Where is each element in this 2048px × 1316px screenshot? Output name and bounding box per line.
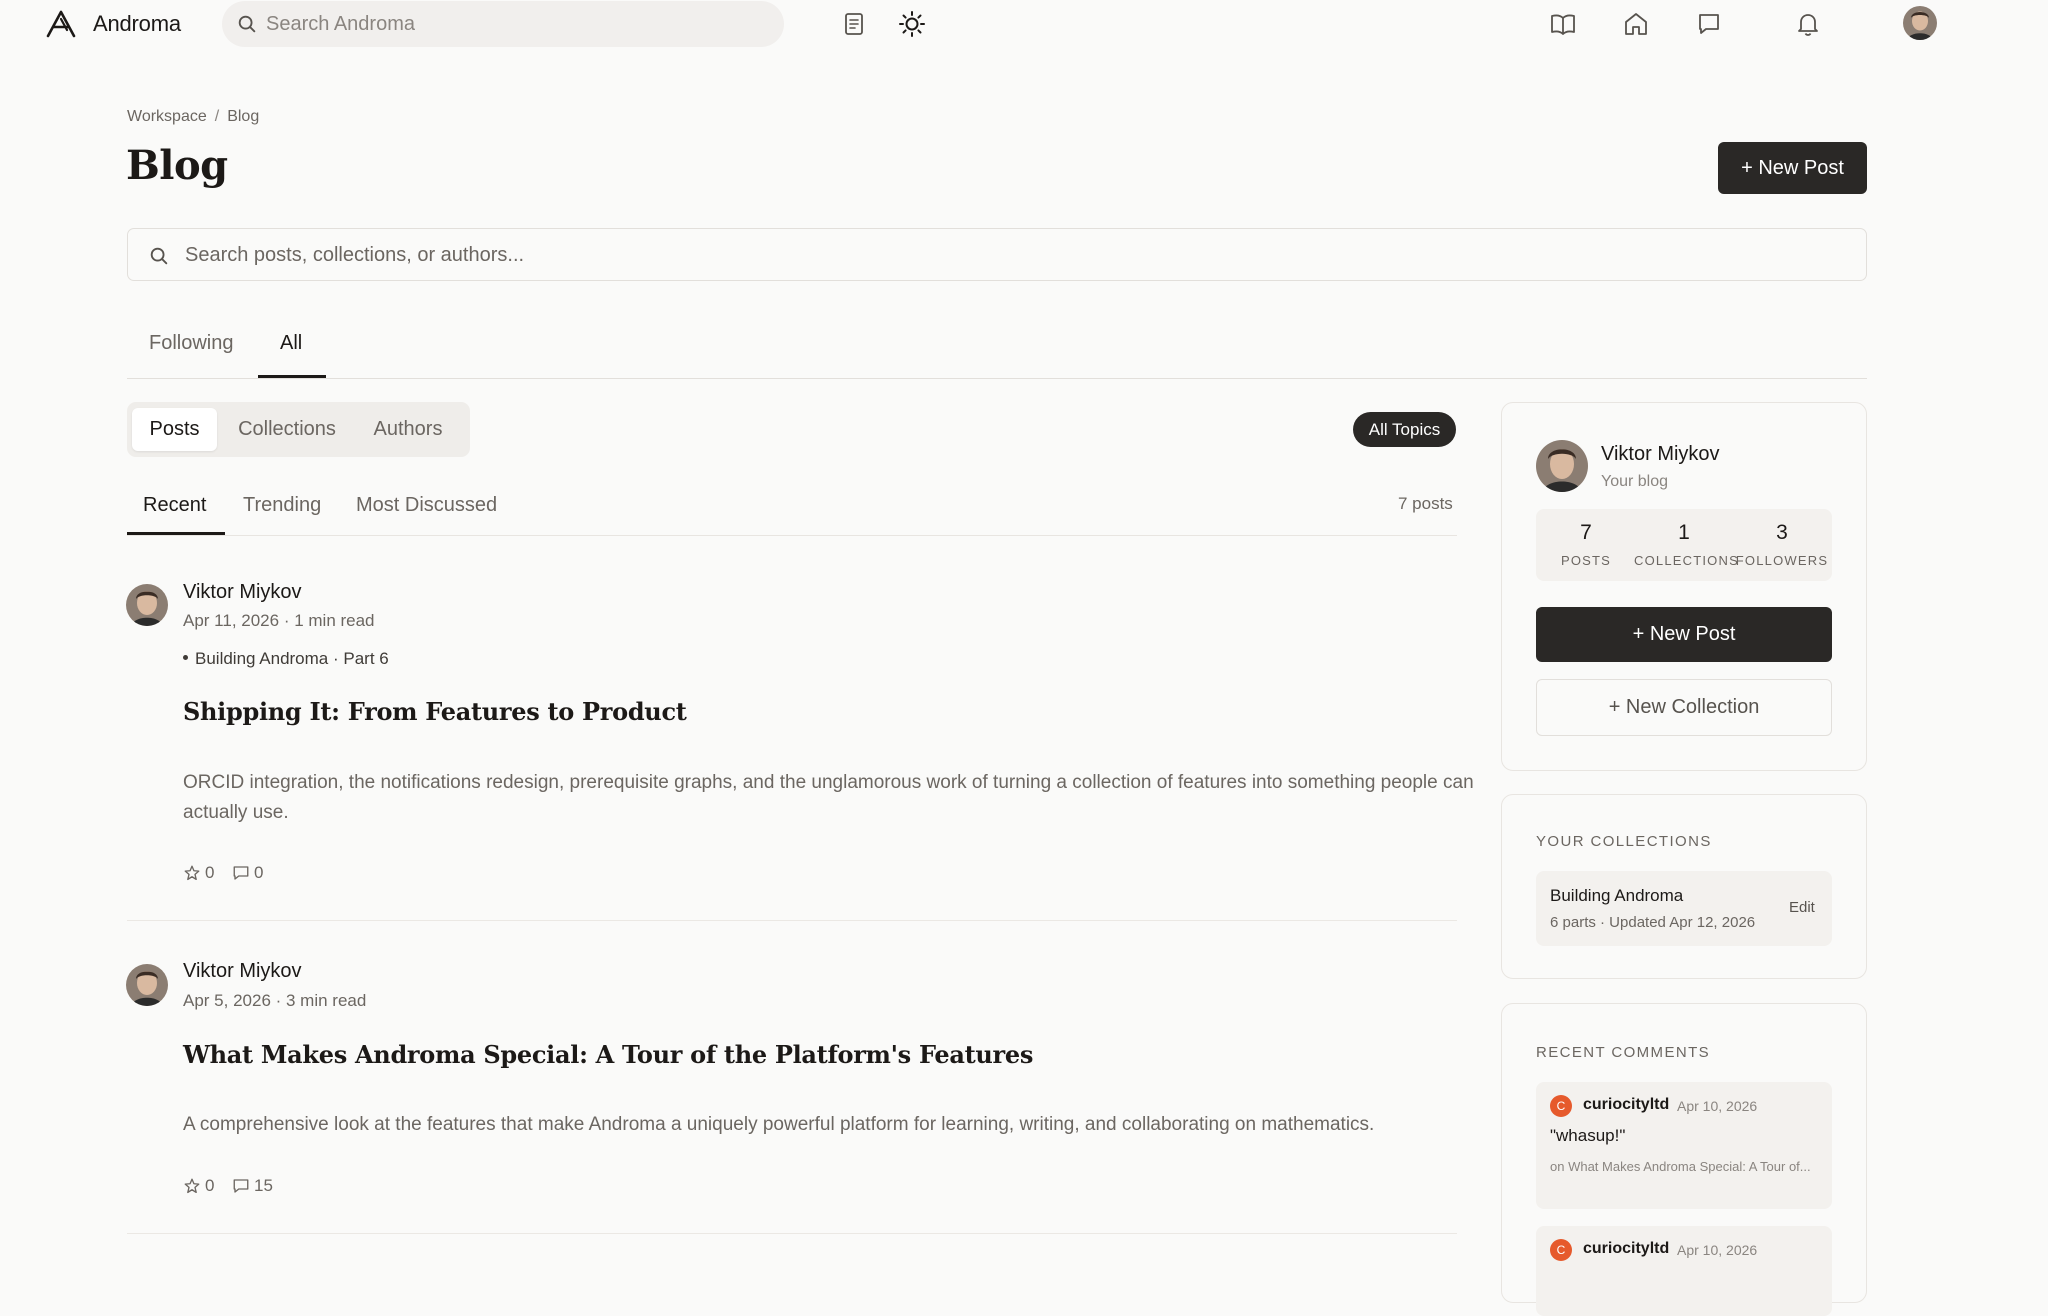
global-search-placeholder: Search Androma — [266, 13, 415, 35]
stat-value: 3 — [1776, 521, 1788, 544]
profile-subtitle: Your blog — [1601, 473, 1669, 490]
post-count: 7 posts — [1398, 494, 1453, 513]
bell-icon[interactable] — [1793, 9, 1823, 39]
comment-count[interactable]: 0 — [232, 863, 263, 883]
bullet-icon — [183, 655, 188, 661]
post-divider — [127, 920, 1457, 921]
star-icon — [183, 1177, 201, 1195]
chat-icon[interactable] — [1694, 9, 1724, 39]
notebook-icon[interactable] — [839, 9, 869, 39]
post-series-label[interactable]: Building Androma · Part 6 — [183, 649, 389, 669]
sort-tab-most-discussed[interactable]: Most Discussed — [356, 494, 497, 517]
comment-text: "whasup!" — [1550, 1126, 1626, 1145]
stat-value: 1 — [1678, 521, 1690, 544]
profile-card: Viktor Miykov Your blog 7 POSTS 1 COLLEC… — [1501, 402, 1867, 771]
commenter-avatar: C — [1550, 1239, 1572, 1261]
post-meta: Apr 11, 2026 · 1 min read — [183, 611, 375, 630]
series-text: Building Androma · Part 6 — [195, 649, 389, 668]
edit-collection-button[interactable]: Edit — [1789, 899, 1815, 916]
comment-item[interactable]: C curiocityltd Apr 10, 2026 "whasup!" on… — [1536, 1082, 1832, 1209]
sidebar-new-post-button[interactable]: + New Post — [1536, 607, 1832, 662]
home-icon[interactable] — [1621, 9, 1651, 39]
recent-comments-heading: RECENT COMMENTS — [1536, 1044, 1711, 1061]
user-avatar[interactable] — [1903, 6, 1937, 40]
comment-date: Apr 10, 2026 — [1677, 1242, 1758, 1258]
commenter-name[interactable]: curiocityltd — [1583, 1096, 1669, 1114]
comment-icon — [232, 864, 250, 882]
profile-stats: 7 POSTS 1 COLLECTIONS 3 FOLLOWERS — [1536, 509, 1832, 581]
page-title: Blog — [126, 142, 228, 189]
comment-icon — [232, 1177, 250, 1195]
content-type-switcher: Posts Collections Authors — [127, 402, 470, 457]
profile-avatar[interactable] — [1536, 440, 1588, 492]
star-count[interactable]: 0 — [183, 863, 214, 883]
post-author[interactable]: Viktor Miykov — [183, 960, 302, 983]
post-divider — [127, 1233, 1457, 1234]
top-navigation-bar: Androma Search Androma — [0, 0, 2048, 48]
breadcrumb-workspace[interactable]: Workspace — [127, 108, 207, 125]
collections-card: YOUR COLLECTIONS Building Androma 6 part… — [1501, 794, 1867, 979]
star-count-value: 0 — [205, 863, 215, 882]
collection-meta: 6 parts · Updated Apr 12, 2026 — [1550, 914, 1756, 931]
breadcrumb: Workspace / Blog — [127, 108, 259, 126]
breadcrumb-blog[interactable]: Blog — [227, 108, 259, 125]
sort-tab-recent[interactable]: Recent — [143, 494, 206, 517]
app-name[interactable]: Androma — [93, 11, 181, 37]
stat-collections: 1 COLLECTIONS — [1634, 509, 1739, 581]
book-open-icon[interactable] — [1548, 9, 1578, 39]
post-title[interactable]: Shipping It: From Features to Product — [183, 697, 687, 726]
star-count-value: 0 — [205, 1176, 215, 1195]
comment-date: Apr 10, 2026 — [1677, 1098, 1758, 1114]
author-avatar[interactable] — [126, 584, 168, 626]
collection-item[interactable]: Building Androma 6 parts · Updated Apr 1… — [1536, 871, 1832, 946]
comment-item[interactable]: C curiocityltd Apr 10, 2026 — [1536, 1226, 1832, 1316]
tab-following[interactable]: Following — [149, 332, 233, 355]
breadcrumb-separator: / — [214, 108, 220, 125]
tabs-divider — [127, 378, 1867, 379]
search-icon — [148, 245, 170, 267]
comment-context[interactable]: on What Makes Androma Special: A Tour of… — [1550, 1156, 1825, 1178]
stat-label: COLLECTIONS — [1634, 553, 1739, 568]
segment-posts[interactable]: Posts — [132, 408, 217, 451]
search-icon — [236, 13, 258, 35]
global-search-input[interactable]: Search Androma — [222, 1, 784, 47]
stat-posts: 7 POSTS — [1536, 509, 1636, 581]
collections-heading: YOUR COLLECTIONS — [1536, 833, 1712, 850]
commenter-avatar: C — [1550, 1095, 1572, 1117]
sort-tab-trending[interactable]: Trending — [243, 494, 321, 517]
blog-search-input[interactable]: Search posts, collections, or authors... — [127, 228, 1867, 281]
recent-comments-card: RECENT COMMENTS C curiocityltd Apr 10, 2… — [1501, 1003, 1867, 1316]
star-count[interactable]: 0 — [183, 1176, 214, 1196]
tab-all[interactable]: All — [280, 332, 302, 355]
stat-label: FOLLOWERS — [1735, 553, 1829, 568]
comment-count[interactable]: 15 — [232, 1176, 273, 1196]
comment-count-value: 15 — [254, 1176, 273, 1195]
topic-filter-button[interactable]: All Topics — [1353, 412, 1456, 447]
star-icon — [183, 864, 201, 882]
post-title[interactable]: What Makes Androma Special: A Tour of th… — [183, 1040, 1033, 1069]
author-avatar[interactable] — [126, 964, 168, 1006]
blog-search-placeholder: Search posts, collections, or authors... — [185, 244, 525, 266]
sort-divider — [127, 535, 1457, 536]
post-excerpt: ORCID integration, the notifications red… — [183, 772, 1474, 823]
post-author[interactable]: Viktor Miykov — [183, 581, 302, 604]
androma-logo-icon[interactable] — [46, 10, 76, 38]
commenter-name[interactable]: curiocityltd — [1583, 1240, 1669, 1258]
segment-authors[interactable]: Authors — [353, 408, 463, 451]
post-meta: Apr 5, 2026 · 3 min read — [183, 991, 367, 1010]
stat-value: 7 — [1580, 521, 1592, 544]
stat-label: POSTS — [1560, 553, 1612, 568]
new-collection-button[interactable]: + New Collection — [1536, 679, 1832, 736]
sun-icon[interactable] — [897, 9, 927, 39]
post-excerpt: A comprehensive look at the features tha… — [183, 1114, 1375, 1135]
stat-followers: 3 FOLLOWERS — [1732, 509, 1832, 581]
collection-name: Building Androma — [1550, 886, 1684, 905]
profile-name[interactable]: Viktor Miykov — [1601, 443, 1720, 466]
segment-collections[interactable]: Collections — [227, 408, 347, 451]
new-post-button[interactable]: + New Post — [1718, 142, 1867, 194]
comment-count-value: 0 — [254, 863, 264, 882]
